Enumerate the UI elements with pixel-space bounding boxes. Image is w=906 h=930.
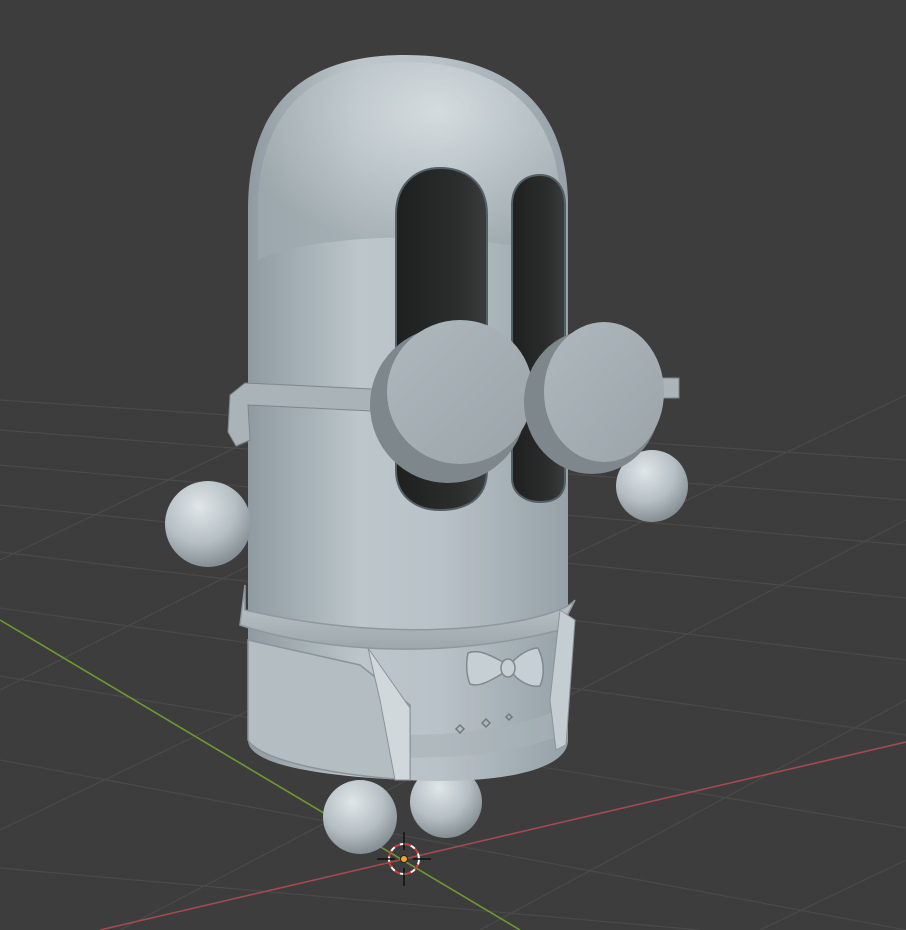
left-hand[interactable] xyxy=(165,481,251,567)
viewport-canvas[interactable] xyxy=(0,0,906,930)
object-origin-icon xyxy=(400,855,408,863)
3d-viewport[interactable] xyxy=(0,0,906,930)
left-foot[interactable] xyxy=(323,780,397,854)
